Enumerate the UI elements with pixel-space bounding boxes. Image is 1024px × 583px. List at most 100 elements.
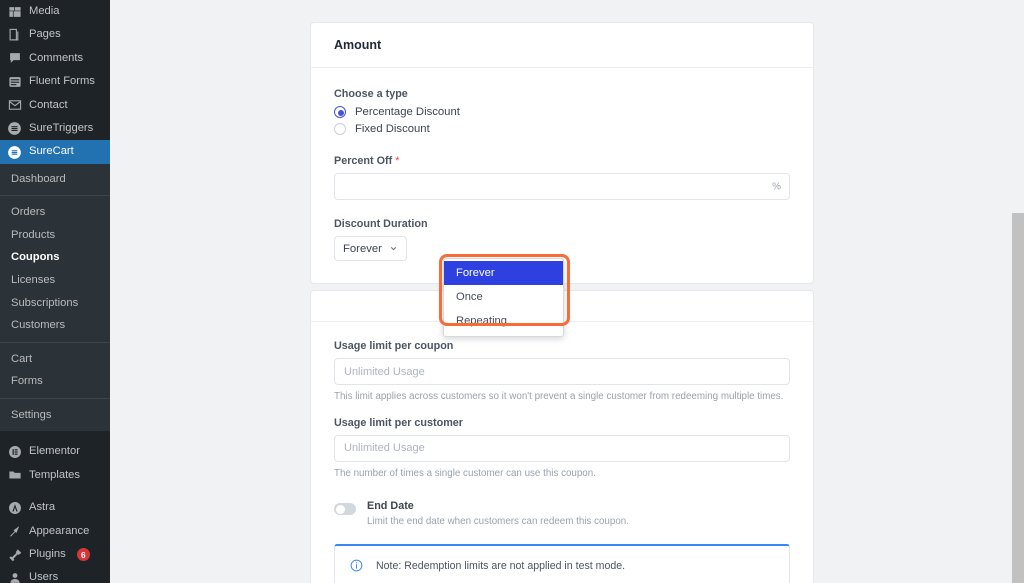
sidebar-item-comments[interactable]: Comments	[0, 47, 110, 70]
discount-duration-dropdown[interactable]: Forever Once Repeating	[443, 258, 564, 337]
sidebar-item-elementor[interactable]: Elementor	[0, 440, 110, 463]
dropdown-option-once[interactable]: Once	[444, 285, 563, 309]
submenu-divider	[0, 195, 110, 197]
usage-limit-customer-help: The number of times a single customer ca…	[334, 467, 596, 479]
media-icon	[7, 4, 22, 19]
discount-duration-value: Forever	[343, 242, 382, 255]
radio-percentage-discount[interactable]: Percentage Discount	[334, 106, 790, 118]
percent-off-label: Percent Off *	[334, 155, 790, 167]
radio-fixed-discount[interactable]: Fixed Discount	[334, 123, 790, 135]
sidebar-subitem-licenses[interactable]: Licenses	[0, 269, 110, 292]
sidebar-item-plugins[interactable]: Plugins 6	[0, 543, 110, 566]
surecart-submenu: Dashboard Orders Products Coupons Licens…	[0, 163, 110, 432]
sidebar-item-pages[interactable]: Pages	[0, 23, 110, 46]
sidebar-subitem-settings[interactable]: Settings	[0, 404, 110, 427]
sidebar-subitem-cart[interactable]: Cart	[0, 348, 110, 371]
sidebar-item-fluent-forms[interactable]: Fluent Forms	[0, 70, 110, 93]
submenu-divider	[0, 341, 110, 343]
sidebar-item-label: Media	[29, 5, 60, 18]
page-scrollbar-thumb[interactable]	[1012, 213, 1024, 583]
discount-duration-label: Discount Duration	[334, 218, 428, 230]
usage-limit-customer-label: Usage limit per customer	[334, 416, 464, 429]
users-icon	[7, 571, 22, 583]
page-title: Amount	[334, 38, 382, 52]
usage-limit-coupon-help: This limit applies across customers so i…	[334, 391, 784, 402]
submenu-divider	[0, 397, 110, 399]
radio-fixed-discount-input[interactable]	[334, 123, 346, 135]
templates-icon	[7, 468, 22, 483]
usage-limit-customer-input[interactable]	[334, 434, 790, 462]
plugins-icon	[7, 547, 22, 562]
sidebar-item-media[interactable]: Media	[0, 0, 110, 23]
pages-icon	[7, 28, 22, 43]
sidebar-item-label: Plugins	[29, 548, 66, 561]
contact-icon	[7, 98, 22, 113]
amount-card: Amount Choose a type Percentage Discount…	[310, 22, 814, 284]
main-content: Amount Choose a type Percentage Discount…	[110, 0, 1024, 583]
sidebar-item-label: Templates	[29, 468, 80, 481]
sidebar-item-label: SureCart	[29, 145, 74, 158]
dropdown-option-repeating[interactable]: Repeating	[444, 309, 563, 333]
sidebar-item-label: Astra	[29, 501, 56, 514]
end-date-text-group: End Date Limit the end date when custome…	[367, 500, 629, 527]
radio-fixed-discount-label: Fixed Discount	[355, 123, 430, 135]
sidebar-item-appearance[interactable]: Appearance	[0, 520, 110, 543]
end-date-toggle[interactable]	[334, 503, 356, 516]
screen: Media Pages Comments Fluent Forms Contac	[0, 0, 1024, 583]
sidebar-item-label: Contact	[29, 98, 68, 111]
choose-type-label: Choose a type	[334, 88, 408, 100]
sidebar-subitem-coupons[interactable]: Coupons	[0, 246, 110, 269]
sidebar-item-label: Fluent Forms	[29, 75, 95, 88]
sidebar-item-templates[interactable]: Templates	[0, 464, 110, 487]
amount-card-body: Choose a type Percentage Discount Fixed …	[311, 68, 813, 283]
dropdown-option-forever[interactable]: Forever	[444, 261, 563, 286]
sidebar-item-label: Appearance	[29, 524, 90, 537]
appearance-icon	[7, 524, 22, 539]
sidebar-item-label: Users	[29, 571, 59, 583]
usage-limit-coupon-input[interactable]	[334, 358, 790, 385]
discount-duration-select[interactable]: Forever	[334, 236, 407, 261]
sidebar-subitem-customers[interactable]: Customers	[0, 314, 110, 337]
sidebar-item-label: Elementor	[29, 445, 80, 458]
radio-percentage-discount-input[interactable]	[334, 106, 346, 118]
sidebar-item-label: Comments	[29, 51, 84, 64]
amount-card-header: Amount	[311, 23, 813, 68]
surecart-icon	[7, 145, 22, 160]
sidebar-item-astra[interactable]: Astra	[0, 496, 110, 519]
test-mode-notice-text: Note: Redemption limits are not applied …	[376, 559, 626, 572]
usage-limit-coupon-label: Usage limit per coupon	[334, 340, 454, 352]
percent-off-label-text: Percent Off	[334, 155, 393, 167]
sidebar-subitem-dashboard[interactable]: Dashboard	[0, 168, 110, 191]
elementor-icon	[7, 445, 22, 460]
sidebar-item-label: Pages	[29, 28, 61, 41]
sidebar-item-label: SureTriggers	[29, 122, 94, 135]
sidebar-item-users[interactable]: Users	[0, 566, 110, 583]
sidebar-subitem-subscriptions[interactable]: Subscriptions	[0, 292, 110, 315]
comments-icon	[7, 51, 22, 66]
percent-off-input[interactable]	[334, 173, 790, 200]
radio-percentage-discount-label: Percentage Discount	[355, 106, 460, 118]
end-date-help: Limit the end date when customers can re…	[367, 516, 629, 528]
sidebar-subitem-orders[interactable]: Orders	[0, 201, 110, 224]
required-marker: *	[395, 155, 400, 167]
sidebar-item-suretriggers[interactable]: SureTriggers	[0, 117, 110, 140]
page-scrollbar-track[interactable]	[1012, 0, 1024, 583]
suretriggers-icon	[7, 121, 22, 136]
sidebar-item-surecart[interactable]: SureCart	[0, 140, 110, 164]
chevron-down-icon	[389, 244, 398, 253]
fluent-forms-icon	[7, 74, 22, 89]
sidebar-subitem-forms[interactable]: Forms	[0, 370, 110, 393]
limits-card-body: Usage limit per coupon This limit applie…	[311, 322, 813, 583]
sidebar-item-contact[interactable]: Contact	[0, 94, 110, 117]
plugins-update-badge: 6	[76, 548, 90, 562]
astra-icon	[7, 500, 22, 515]
end-date-toggle-row[interactable]: End Date Limit the end date when custome…	[334, 500, 790, 527]
sidebar-subitem-products[interactable]: Products	[0, 224, 110, 247]
percent-off-input-wrap: %	[334, 173, 790, 200]
